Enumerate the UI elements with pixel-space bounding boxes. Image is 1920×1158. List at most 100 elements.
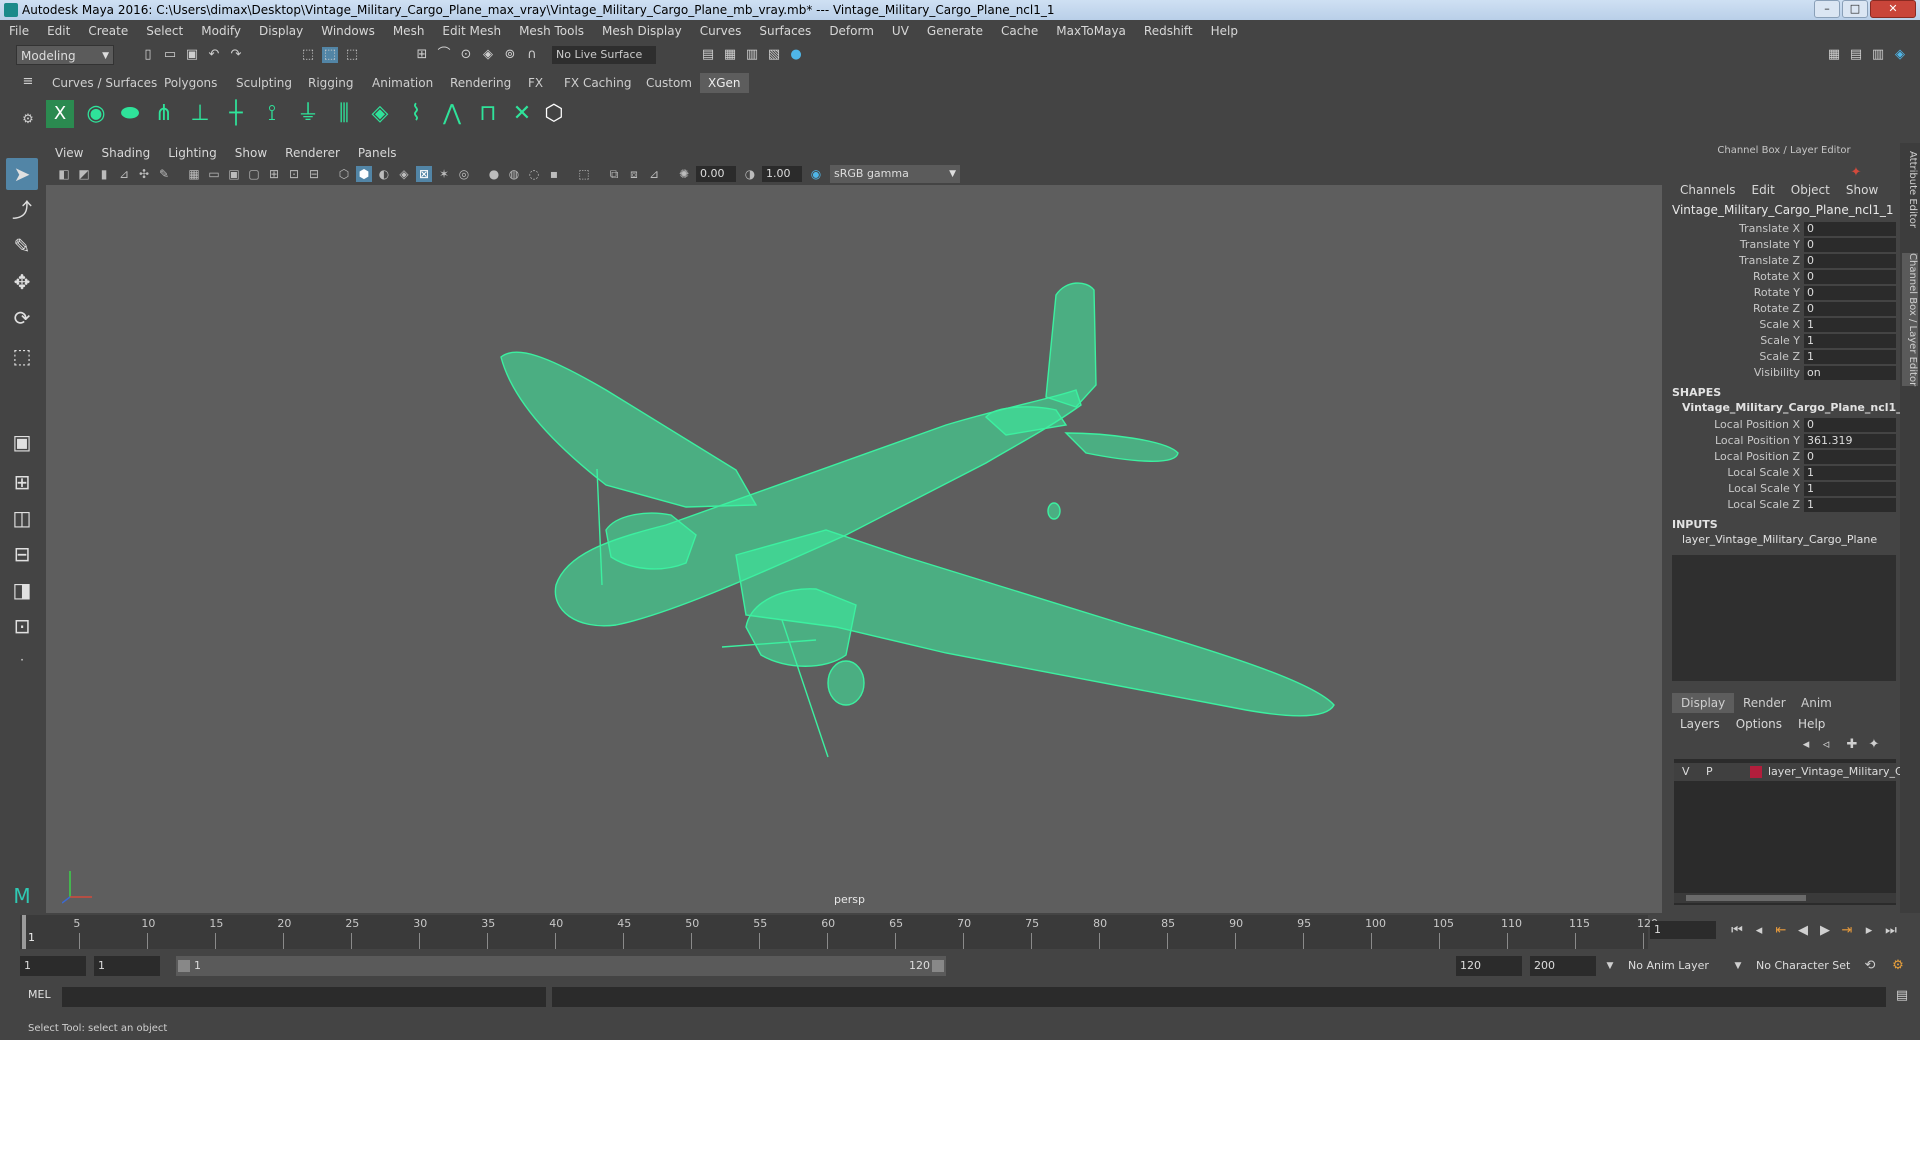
menu-select[interactable]: Select (137, 24, 192, 38)
playback-end-field[interactable]: 120 (1456, 956, 1522, 976)
input-node-name[interactable]: layer_Vintage_Military_Cargo_Plane (1682, 533, 1877, 546)
shelf-tab-fx-caching[interactable]: FX Caching (556, 73, 639, 93)
menu-mesh-tools[interactable]: Mesh Tools (510, 24, 593, 38)
attr-value[interactable]: on (1804, 366, 1896, 380)
shelf-tab-sculpting[interactable]: Sculpting (228, 73, 300, 93)
wireframe-on-shaded-icon[interactable]: ◈ (396, 166, 412, 182)
menu-redshift[interactable]: Redshift (1135, 24, 1202, 38)
attr-value[interactable]: 0 (1804, 238, 1896, 252)
auto-key-icon[interactable]: ⟲ (1862, 958, 1878, 974)
playback-start-field[interactable]: 1 (94, 956, 160, 976)
live-surface-field[interactable]: No Live Surface (552, 46, 656, 64)
xgen-editor-icon[interactable]: X (46, 100, 74, 128)
layer-visibility-toggle[interactable]: V (1682, 763, 1690, 781)
layer-color-swatch[interactable] (1750, 766, 1762, 778)
persp-graph-icon[interactable]: ⊟ (6, 538, 38, 570)
channel-box-toggle-icon[interactable]: ◈ (1892, 47, 1908, 63)
paint-select-tool-icon[interactable]: ✎ (6, 230, 38, 262)
attr-value[interactable]: 0 (1804, 418, 1896, 432)
safe-title-icon[interactable]: ⊟ (306, 166, 322, 182)
chevron-down-icon[interactable]: ▼ (1602, 958, 1618, 974)
mel-label[interactable]: MEL (28, 988, 51, 1001)
menu-generate[interactable]: Generate (918, 24, 992, 38)
xgen-hex-icon[interactable]: ⬡ (540, 100, 568, 128)
channel-key-icon[interactable]: ✦ (1848, 165, 1864, 181)
step-forward-frame-icon[interactable]: ▸ (1860, 922, 1878, 940)
attr-value[interactable]: 361.319 (1804, 434, 1896, 448)
chevron-down-icon[interactable]: ▼ (1730, 958, 1746, 974)
xgen-add-guide-icon[interactable]: ⊥ (186, 100, 214, 128)
layout-more-icon[interactable]: · (6, 644, 38, 676)
attr-value[interactable]: 0 (1804, 270, 1896, 284)
play-forwards-icon[interactable]: ▶ (1816, 922, 1834, 940)
gate-mask-icon[interactable]: ▢ (246, 166, 262, 182)
attr-value[interactable]: 1 (1804, 498, 1896, 512)
shelf-menu-icon[interactable]: ≡ (20, 74, 36, 90)
new-layer-icon[interactable]: ✚ (1844, 737, 1860, 753)
move-layer-down-icon[interactable]: ◃ (1818, 737, 1834, 753)
layer-tab-anim[interactable]: Anim (1792, 693, 1841, 713)
mode-selector[interactable]: Modeling ▼ (16, 45, 114, 65)
backface-culling-icon[interactable]: ⊿ (646, 166, 662, 182)
wireframe-icon[interactable]: ⬡ (336, 166, 352, 182)
shelf-tab-animation[interactable]: Animation (364, 73, 441, 93)
menu-help[interactable]: Help (1202, 24, 1247, 38)
menu-modify[interactable]: Modify (192, 24, 250, 38)
ipr-render-icon[interactable]: ▥ (744, 47, 760, 63)
camera-icon[interactable]: ◧ (56, 166, 72, 182)
camera-attributes-icon[interactable]: ◩ (76, 166, 92, 182)
image-plane-icon[interactable]: ⊿ (116, 166, 132, 182)
xgen-guide-length-icon[interactable]: ┼ (222, 100, 250, 128)
new-layer-selected-icon[interactable]: ✦ (1866, 737, 1882, 753)
menu-mesh[interactable]: Mesh (384, 24, 434, 38)
safe-action-icon[interactable]: ⊡ (286, 166, 302, 182)
viewport-menu-shading[interactable]: Shading (92, 146, 159, 160)
layer-name[interactable]: layer_Vintage_Military_C (1768, 763, 1903, 781)
render-frame-icon[interactable]: ▦ (722, 47, 738, 63)
script-editor-icon[interactable]: ▤ (1894, 988, 1910, 1004)
attr-value[interactable]: 0 (1804, 302, 1896, 316)
hypershade-icon[interactable]: ● (788, 47, 804, 63)
isolate-select-icon[interactable]: ⬚ (576, 166, 592, 182)
xgen-density-icon[interactable]: ⊓ (474, 100, 502, 128)
save-scene-icon[interactable]: ▣ (184, 47, 200, 63)
viewport-canvas[interactable]: persp (46, 185, 1662, 913)
bookmark-icon[interactable]: ▮ (96, 166, 112, 182)
viewport-menu-renderer[interactable]: Renderer (276, 146, 349, 160)
menu-edit-mesh[interactable]: Edit Mesh (433, 24, 510, 38)
channel-menu-show[interactable]: Show (1838, 183, 1886, 197)
anti-aliasing-icon[interactable]: ▪ (546, 166, 562, 182)
shelf-tab-rigging[interactable]: Rigging (300, 73, 361, 93)
minimize-button[interactable]: – (1814, 0, 1840, 18)
scene-start-field[interactable]: 1 (20, 956, 86, 976)
grease-pencil-icon[interactable]: ✎ (156, 166, 172, 182)
channel-menu-edit[interactable]: Edit (1744, 183, 1783, 197)
menu-uv[interactable]: UV (883, 24, 918, 38)
use-all-lights-icon[interactable]: ◎ (456, 166, 472, 182)
shelf-tab-fx[interactable]: FX (520, 73, 551, 93)
viewport-menu-show[interactable]: Show (226, 146, 276, 160)
menu-display[interactable]: Display (250, 24, 312, 38)
textured-icon[interactable]: ✶ (436, 166, 452, 182)
panel-layout-icon[interactable]: ▥ (1870, 47, 1886, 63)
layer-playback-toggle[interactable]: P (1706, 763, 1713, 781)
viewport-menu-panels[interactable]: Panels (349, 146, 406, 160)
outliner-toggle-icon[interactable]: ▤ (1848, 47, 1864, 63)
snap-curve-icon[interactable]: ⌒ (436, 47, 452, 63)
layer-scrollbar-thumb[interactable] (1686, 895, 1806, 901)
layer-menu-options[interactable]: Options (1728, 717, 1790, 731)
attr-value[interactable]: 0 (1804, 222, 1896, 236)
xgen-collection-icon[interactable]: ⬬ (116, 100, 144, 128)
grid-icon[interactable]: ▦ (186, 166, 202, 182)
mel-input[interactable] (62, 987, 546, 1007)
shelf-tab-polygons[interactable]: Polygons (156, 73, 225, 93)
xray-joints-icon[interactable]: ⧉ (606, 166, 622, 182)
shadows-icon[interactable]: ● (486, 166, 502, 182)
motion-blur-icon[interactable]: ◌ (526, 166, 542, 182)
channel-menu-object[interactable]: Object (1783, 183, 1838, 197)
menu-edit[interactable]: Edit (38, 24, 79, 38)
persp-outliner-icon[interactable]: ◫ (6, 502, 38, 534)
step-back-frame-icon[interactable]: ◂ (1750, 922, 1768, 940)
step-back-key-icon[interactable]: ⇤ (1772, 922, 1790, 940)
xray-active-icon[interactable]: ⧈ (626, 166, 642, 182)
